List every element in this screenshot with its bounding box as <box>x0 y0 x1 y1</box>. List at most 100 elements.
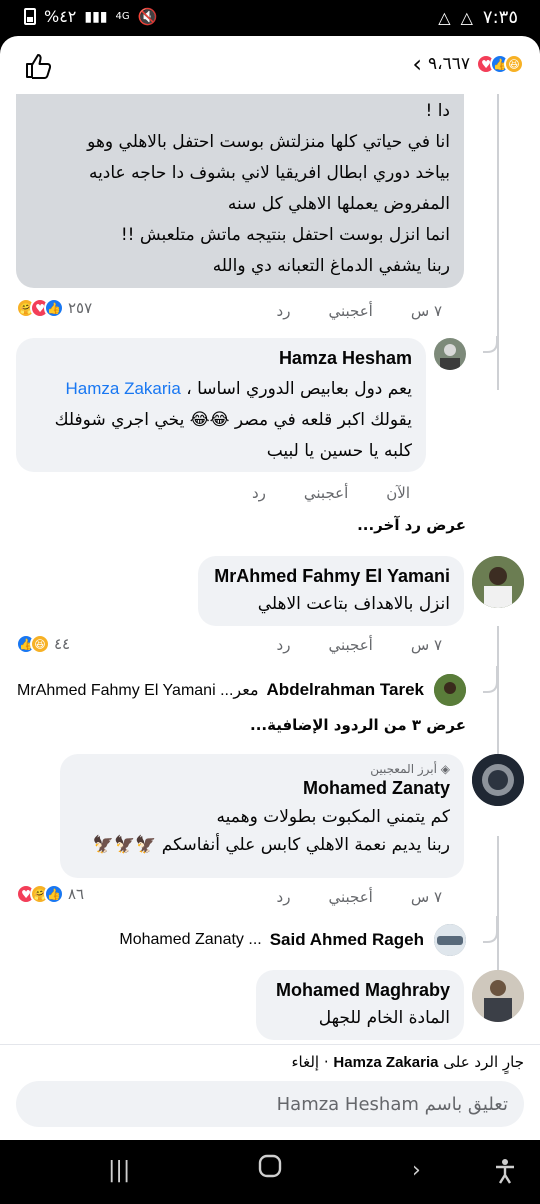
status-left: %٤٢ ▮▮▮ 4G 🔇 <box>24 7 158 26</box>
system-nav-bar: ||| › <box>0 1140 540 1204</box>
comment-reactions[interactable]: 👍 😆 ٤٤ <box>16 634 70 654</box>
comments-header: ‹ ٩،٦٦٧ ♥ 👍 😆 <box>0 36 540 94</box>
comment-actions: ٧ س أعجبني رد <box>277 302 442 320</box>
comment-time: ٧ س <box>410 302 442 320</box>
reply-button[interactable]: رد <box>252 484 266 502</box>
mute-icon: 🔇 <box>137 7 158 26</box>
avatar-image <box>434 924 466 956</box>
comment-actions: الآن أعجبني رد <box>252 484 410 502</box>
like-icon: 👍 <box>44 298 64 318</box>
reply-connector <box>483 336 498 353</box>
comment-text: انا في حياتي كلها منزلتش بوست احتفل بالا… <box>87 132 450 152</box>
diamond-icon: ◈ <box>440 762 450 776</box>
accessibility-figure <box>496 1159 514 1184</box>
comment-composer: جارٍ الرد على Hamza Zakaria · إلغاء تعلي… <box>0 1044 540 1140</box>
avatar-image <box>440 344 460 370</box>
like-outline-icon[interactable] <box>24 52 52 80</box>
comment-text-part: يعم دول بعابيص الدوري اساسا ، <box>186 379 412 399</box>
avatar[interactable] <box>472 970 524 1022</box>
comment-text: انما انزل بوست احتفل بنتيجه ماتش متلعبش … <box>120 225 450 245</box>
replying-to-name: Hamza Zakaria <box>333 1054 439 1071</box>
signal-icon: ▮▮▮ <box>84 8 108 25</box>
more-replies-link[interactable]: عرض رد آخر... <box>357 516 466 534</box>
comment-bubble[interactable]: ◈ أبرز المعجبين Mohamed Zanaty كم يتمني … <box>60 754 464 878</box>
avatar-image <box>472 754 524 806</box>
haha-icon: 😆 <box>504 54 524 74</box>
avatar[interactable] <box>472 556 524 608</box>
comment-text: كلبه يا حسين يا لبيب <box>266 441 412 461</box>
reply-author: Abdelrahman Tarek <box>266 680 424 699</box>
comment-reactions[interactable]: 🤗 ♥ 👍 ٢٥٧ <box>16 298 92 318</box>
comment-text: كم يتمني المكبوت بطولات وهميه <box>216 807 450 827</box>
reply-connector <box>483 916 498 943</box>
author-name[interactable]: MrAhmed Fahmy El Yamani <box>212 566 450 587</box>
comment-text: دا ! <box>425 101 450 121</box>
badge-label: أبرز المعجبين <box>370 762 437 776</box>
reply-bubble[interactable]: Hamza Hesham يعم دول بعابيص الدوري اساسا… <box>16 338 426 472</box>
comment-text: المادة الخام للجهل <box>318 1008 450 1028</box>
top-fan-badge: ◈ أبرز المعجبين <box>74 762 450 776</box>
avatar[interactable] <box>472 754 524 806</box>
like-icon: 👍 <box>44 884 64 904</box>
reaction-count: ٩،٦٦٧ <box>427 54 470 74</box>
comment-bubble[interactable]: Mohamed Maghraby المادة الخام للجهل <box>256 970 464 1040</box>
comment-time: الآن <box>386 484 410 502</box>
cancel-reply-button[interactable]: · إلغاء <box>291 1053 328 1071</box>
reply-preview-text: ... Mohamed Zanaty <box>119 931 262 948</box>
comment-time: ٧ س <box>410 888 442 906</box>
comment-text: بياخد دوري ابطال افريقيا لاني بشوف دا حا… <box>88 163 450 183</box>
chevron-left-icon[interactable]: ‹ <box>412 50 422 78</box>
recent-apps-button[interactable]: ||| <box>108 1158 130 1183</box>
reply-preview[interactable]: Said Ahmed Rageh ... Mohamed Zanaty <box>119 930 424 950</box>
back-button[interactable]: › <box>412 1158 421 1183</box>
comment-actions: ٧ س أعجبني رد <box>277 888 442 906</box>
reply-button[interactable]: رد <box>277 888 291 906</box>
mention-link[interactable]: Hamza Zakaria <box>66 379 181 398</box>
haha-icon: 😆 <box>30 634 50 654</box>
reply-button[interactable]: رد <box>277 302 291 320</box>
like-button[interactable]: أعجبني <box>304 484 348 502</box>
avatar-image <box>434 674 466 706</box>
comment-bubble[interactable]: دا ! انا في حياتي كلها منزلتش بوست احتفل… <box>16 94 464 288</box>
comment-reactions[interactable]: ♥ 🤗 👍 ٨٦ <box>16 884 84 904</box>
reply-preview[interactable]: Abdelrahman Tarek معر... MrAhmed Fahmy E… <box>17 680 424 700</box>
avatar-image <box>472 556 524 608</box>
more-replies-link[interactable]: عرض ٣ من الردود الإضافية... <box>250 716 466 734</box>
battery-percent: %٤٢ <box>44 7 77 26</box>
avatar-image <box>472 970 524 1022</box>
comment-text: ربنا يديم نعمة الاهلي كابس علي أنفاسكم 🦅… <box>92 835 450 855</box>
avatar[interactable] <box>434 924 466 956</box>
comment-text: المفروض يعملها الاهلي كل سنه <box>227 194 450 214</box>
network-type: 4G <box>115 11 130 22</box>
avatar[interactable] <box>434 338 466 370</box>
reaction-count: ٨٦ <box>68 885 85 903</box>
comment-text: يقولك اكبر قلعه في مصر 😂😂 يخي اجري شوفلك <box>54 410 412 430</box>
reply-author: Said Ahmed Rageh <box>269 930 424 949</box>
comment-bubble[interactable]: MrAhmed Fahmy El Yamani انزل بالاهداف بت… <box>198 556 464 626</box>
status-bar: %٤٢ ▮▮▮ 4G 🔇 △ △ ٧:٣٥ <box>0 0 540 36</box>
home-button[interactable] <box>258 1154 282 1184</box>
reply-connector <box>483 666 498 693</box>
reply-button[interactable]: رد <box>277 636 291 654</box>
like-button[interactable]: أعجبني <box>328 302 372 320</box>
comment-actions: ٧ س أعجبني رد <box>277 636 442 654</box>
reaction-count: ٤٤ <box>54 635 71 653</box>
like-button[interactable]: أعجبني <box>328 888 372 906</box>
status-right: △ △ ٧:٣٥ <box>438 7 518 28</box>
notification-icon-2: △ <box>460 8 473 27</box>
replying-prefix: جارٍ الرد على <box>443 1053 524 1071</box>
home-icon <box>258 1154 282 1178</box>
reaction-count: ٢٥٧ <box>68 299 93 317</box>
comment-text: انزل بالاهداف بتاعت الاهلي <box>257 594 450 614</box>
reaction-summary[interactable]: ‹ ٩،٦٦٧ ♥ 👍 😆 <box>410 50 524 78</box>
comment-text: ربنا يشفي الدماغ التعبانه دي والله <box>212 256 450 276</box>
replying-to-bar: جارٍ الرد على Hamza Zakaria · إلغاء <box>291 1053 524 1071</box>
author-name[interactable]: Mohamed Zanaty <box>74 778 450 799</box>
avatar[interactable] <box>434 674 466 706</box>
accessibility-icon[interactable] <box>494 1158 516 1190</box>
author-name[interactable]: Hamza Hesham <box>30 348 412 369</box>
like-button[interactable]: أعجبني <box>328 636 372 654</box>
author-name[interactable]: Mohamed Maghraby <box>270 980 450 1001</box>
comment-input[interactable]: تعليق باسم Hamza Hesham <box>16 1081 524 1127</box>
comment-time: ٧ س <box>410 636 442 654</box>
